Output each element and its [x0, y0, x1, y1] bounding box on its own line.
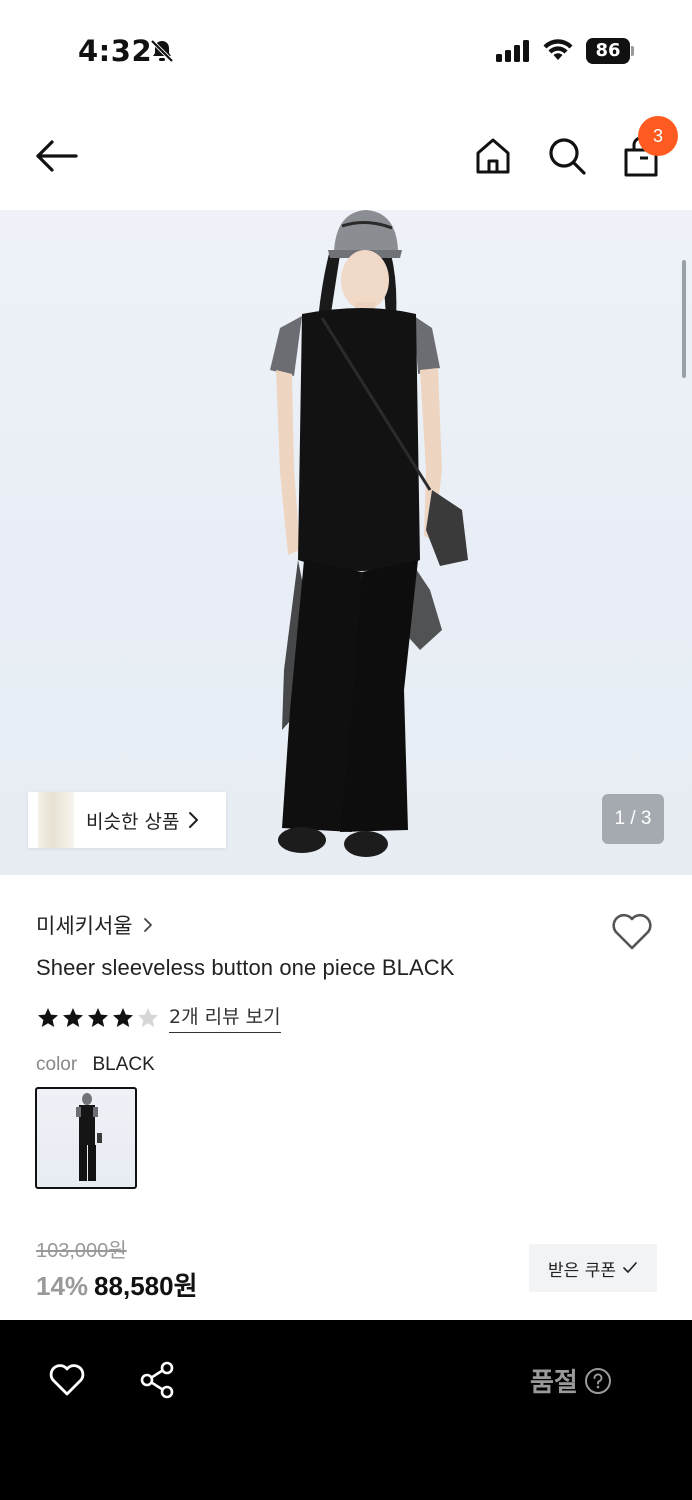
scroll-indicator[interactable] [682, 260, 686, 378]
sold-out-status: 품절 [530, 1362, 612, 1399]
star-filled-icon [63, 1007, 83, 1027]
color-row: color BLACK [36, 1054, 155, 1076]
status-bar: 4:32 86 [0, 0, 692, 100]
similar-products-button[interactable]: 비슷한 상품 [28, 792, 226, 848]
star-filled-icon [113, 1007, 133, 1027]
coupon-label: 받은 쿠폰 [548, 1260, 616, 1281]
star-filled-icon [38, 1007, 58, 1027]
status-time: 4:32 [78, 34, 153, 68]
chevron-right-icon [189, 812, 199, 828]
cellular-signal-icon [496, 40, 529, 62]
sold-out-label: 품절 [530, 1368, 578, 1398]
checkmark-icon [623, 1262, 637, 1273]
help-icon[interactable] [584, 1367, 612, 1395]
search-icon[interactable] [547, 136, 587, 176]
product-model-photo [270, 210, 468, 857]
received-coupon-button[interactable]: 받은 쿠폰 [529, 1244, 657, 1292]
wishlist-heart-icon[interactable] [610, 910, 654, 952]
bottom-action-bar: 품절 [0, 1320, 692, 1500]
star-filled-icon [88, 1007, 108, 1027]
image-page-indicator: 1 / 3 [602, 794, 664, 844]
color-value: BLACK [92, 1054, 155, 1075]
share-icon[interactable] [138, 1360, 176, 1400]
discount-rate: 14% [36, 1271, 89, 1301]
home-icon[interactable] [474, 136, 512, 176]
color-label: color [36, 1054, 78, 1075]
similar-products-label: 비슷한 상품 [86, 810, 180, 833]
product-image-carousel[interactable]: 비슷한 상품 1 / 3 [0, 210, 692, 875]
cart-count-badge: 3 [638, 116, 678, 156]
heart-icon[interactable] [48, 1362, 86, 1398]
sale-price: 88,580원 [94, 1271, 198, 1301]
color-option-image [76, 1093, 102, 1181]
color-option-thumbnail[interactable] [35, 1087, 137, 1189]
review-link[interactable]: 2개 리뷰 보기 [169, 1002, 281, 1033]
bell-off-icon [150, 39, 174, 63]
original-price: 103,000원 [36, 1240, 127, 1262]
back-arrow-icon[interactable] [30, 136, 82, 176]
star-empty-icon [138, 1007, 158, 1027]
price-row: 14% 88,580원 [36, 1266, 198, 1303]
top-nav-bar [0, 100, 692, 210]
rating-row: 2개 리뷰 보기 [36, 1002, 281, 1033]
chevron-right-icon [143, 918, 152, 932]
battery-level: 86 [586, 38, 630, 64]
battery-icon: 86 [586, 38, 634, 64]
brand-name: 미세키서울 [36, 914, 133, 938]
product-title: Sheer sleeveless button one piece BLACK [36, 955, 455, 980]
wifi-icon [543, 39, 573, 60]
brand-link[interactable]: 미세키서울 [36, 910, 153, 940]
similar-product-thumbnail [38, 792, 74, 848]
